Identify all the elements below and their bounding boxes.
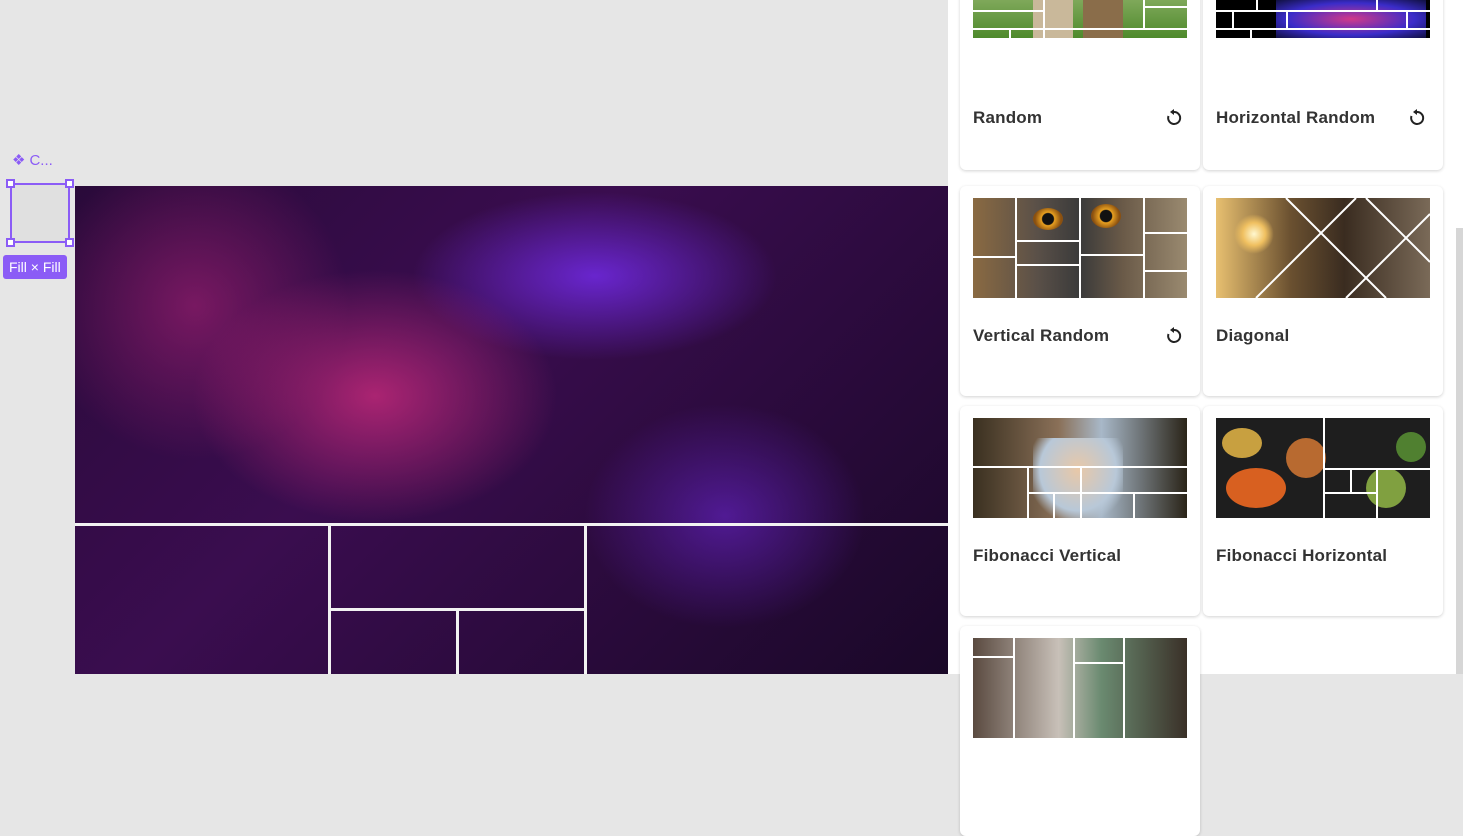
layout-card-vertical-random[interactable]: Vertical Random (960, 186, 1200, 396)
resize-handle-bottom-right[interactable] (65, 238, 74, 247)
design-canvas[interactable]: ❖ C... Fill × Fill (0, 0, 948, 674)
component-name: C... (29, 151, 53, 169)
resize-handle-top-right[interactable] (65, 179, 74, 188)
component-icon: ❖ (12, 152, 26, 169)
layout-thumbnail (973, 198, 1187, 298)
selected-frame[interactable] (6, 179, 74, 247)
refresh-icon[interactable] (1164, 108, 1184, 128)
layout-card-label: Horizontal Random (1216, 108, 1376, 127)
layout-thumbnail (1216, 418, 1430, 518)
layout-thumbnail (973, 0, 1187, 38)
hero-image-collage[interactable] (75, 186, 948, 674)
layout-thumbnail (1216, 198, 1430, 298)
layout-card-fibonacci-horizontal[interactable]: Fibonacci Horizontal (1203, 406, 1443, 616)
layout-panel: Random Horizontal Random Vertical Random… (948, 0, 1463, 836)
layout-thumbnail (973, 418, 1187, 518)
collage-divider (328, 526, 331, 674)
diagonal-lines (1255, 198, 1430, 298)
layout-thumbnail (1216, 0, 1430, 38)
panel-scrollbar[interactable] (1456, 228, 1463, 674)
component-label[interactable]: ❖ C... (12, 151, 53, 170)
collage-divider (584, 526, 587, 674)
layout-thumbnail (973, 638, 1187, 738)
size-badge: Fill × Fill (3, 255, 67, 279)
layout-card-fibonacci-vertical[interactable]: Fibonacci Vertical (960, 406, 1200, 616)
refresh-icon[interactable] (1164, 326, 1184, 346)
layout-card-diagonal[interactable]: Diagonal (1203, 186, 1443, 396)
layout-card-label: Random (973, 108, 1043, 127)
layout-card-label: Fibonacci Vertical (973, 546, 1122, 565)
layout-card-label: Fibonacci Horizontal (1216, 546, 1388, 565)
layout-card-random[interactable]: Random (960, 0, 1200, 170)
layout-card-label: Diagonal (1216, 326, 1290, 345)
layout-card-partial[interactable] (960, 626, 1200, 836)
collage-divider (456, 611, 459, 674)
collage-divider (75, 523, 948, 526)
refresh-icon[interactable] (1407, 108, 1427, 128)
layout-card-label: Vertical Random (973, 326, 1110, 345)
resize-handle-bottom-left[interactable] (6, 238, 15, 247)
layout-card-horizontal-random[interactable]: Horizontal Random (1203, 0, 1443, 170)
resize-handle-top-left[interactable] (6, 179, 15, 188)
